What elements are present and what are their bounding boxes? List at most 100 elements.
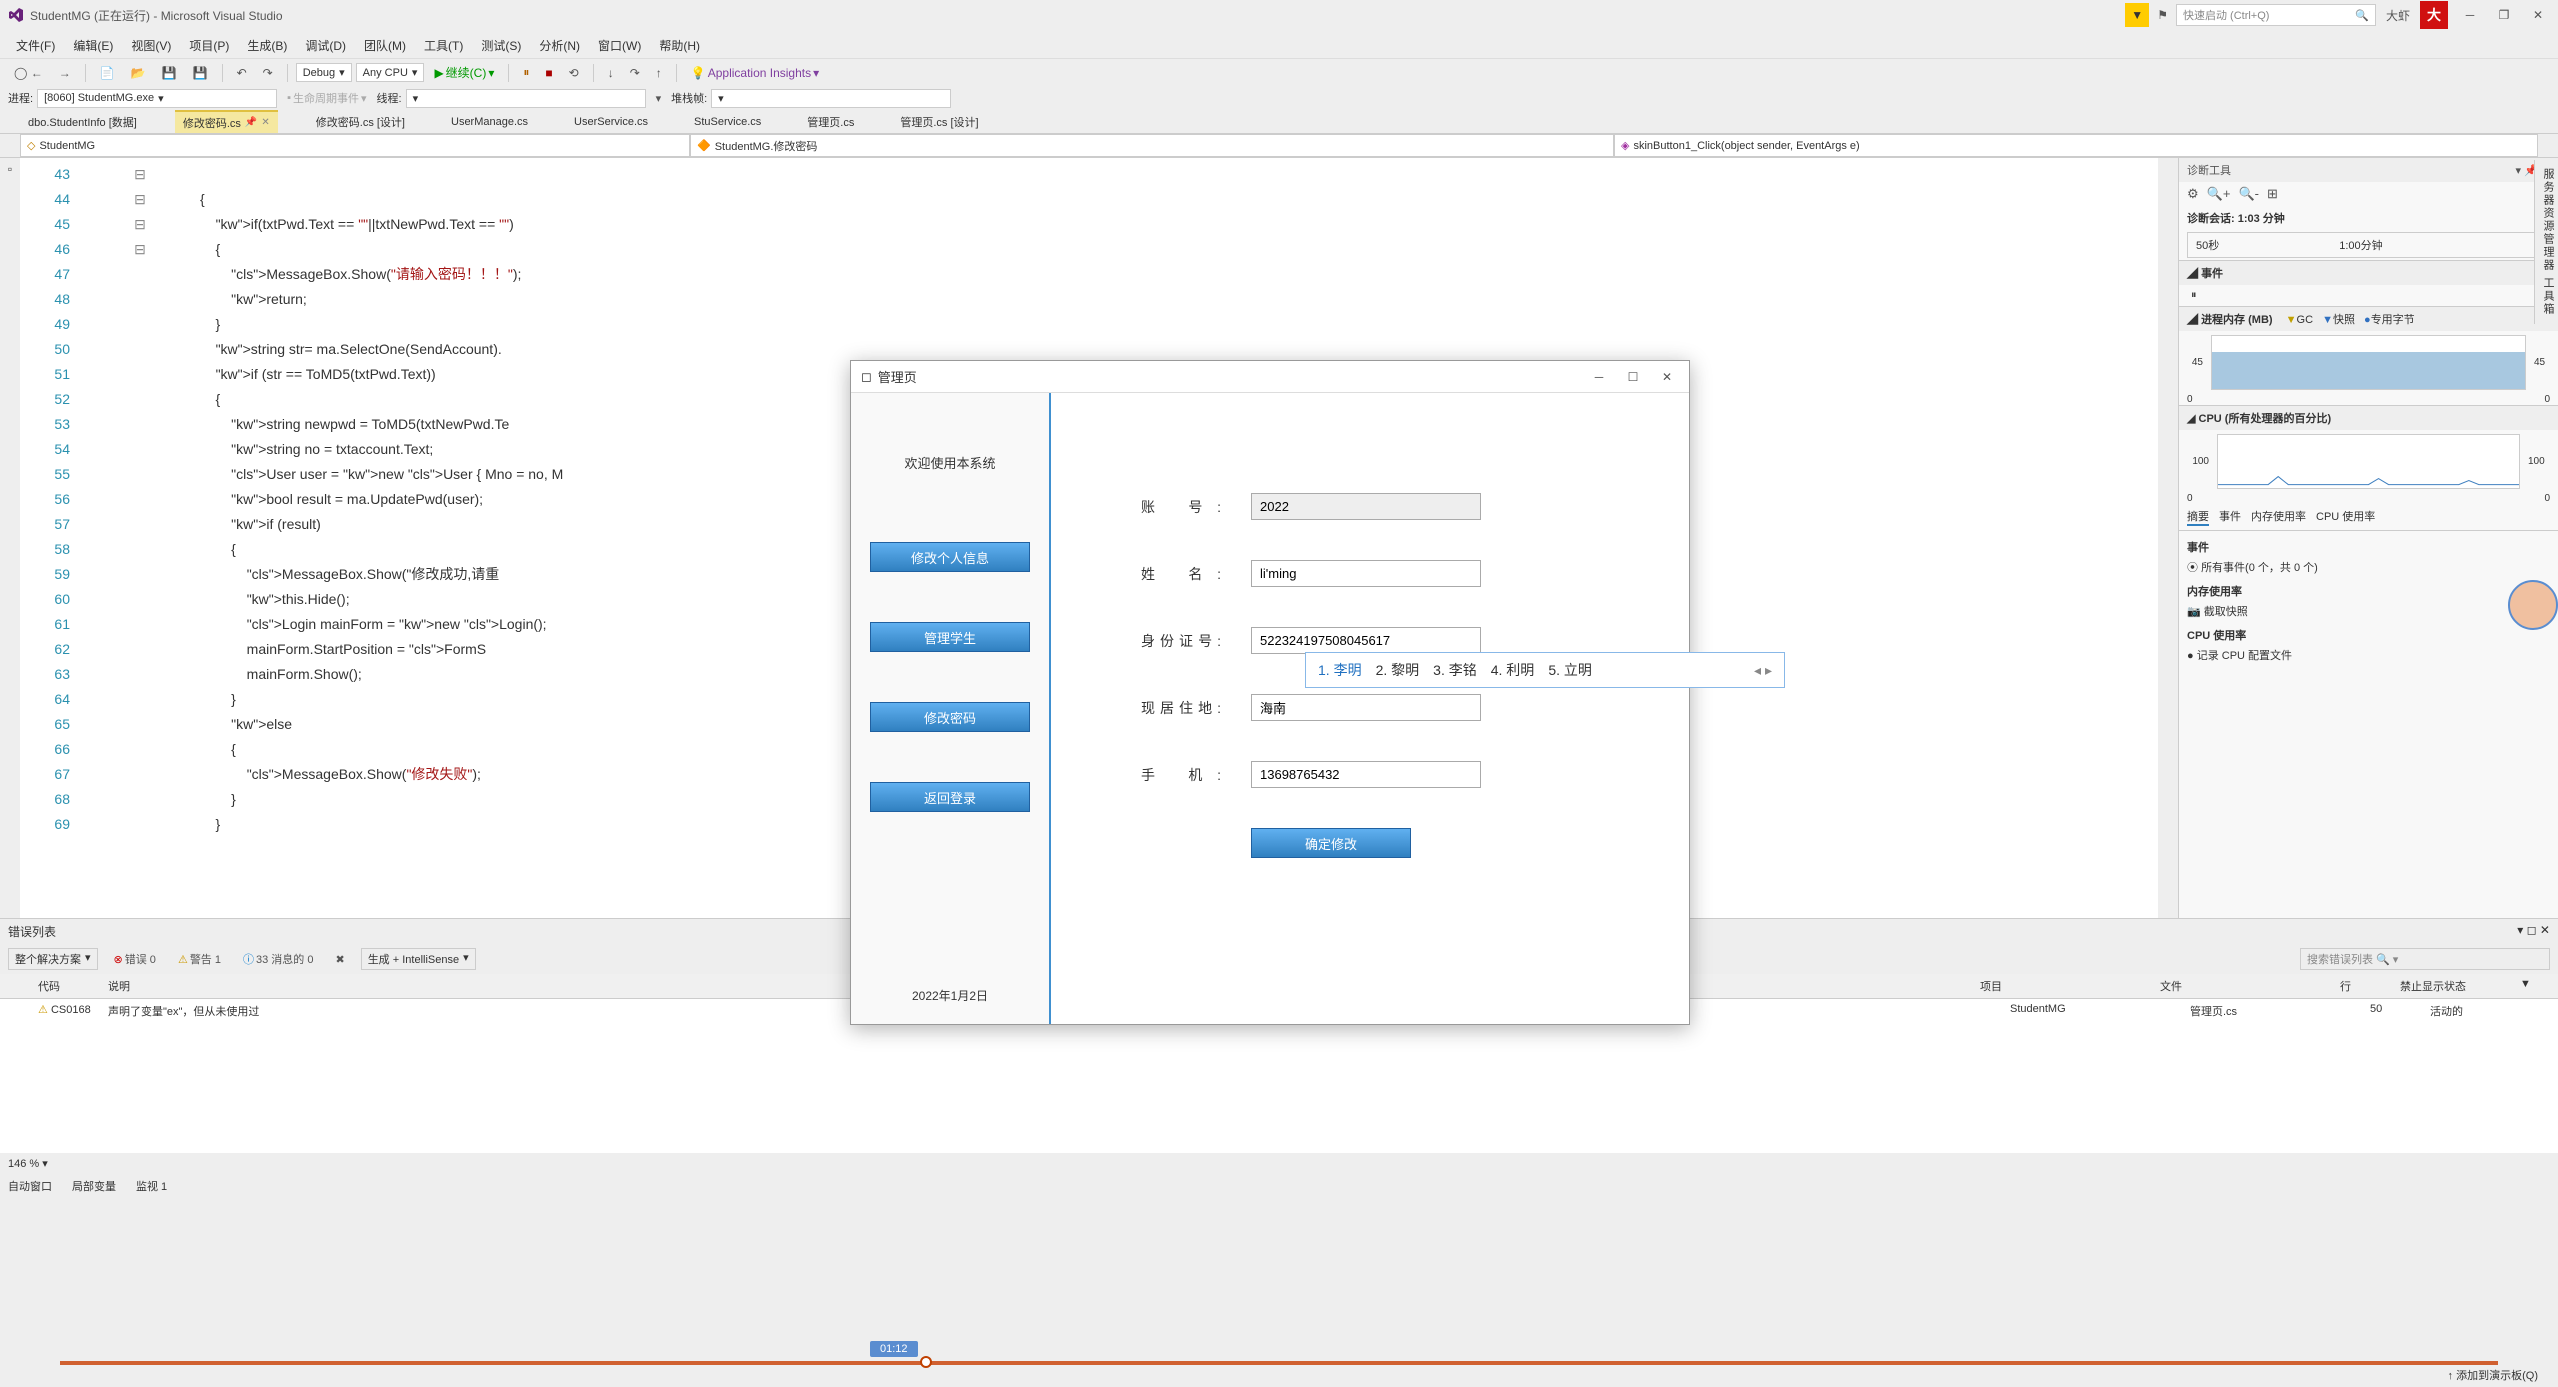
- menu-item[interactable]: 编辑(E): [65, 33, 121, 55]
- stop-button[interactable]: ■: [539, 63, 558, 83]
- account-input[interactable]: [1251, 493, 1481, 520]
- dialog-minimize-icon[interactable]: ─: [1587, 367, 1611, 387]
- save-all-button[interactable]: 💾: [187, 63, 214, 83]
- bottom-tab[interactable]: 自动窗口: [8, 1178, 52, 1194]
- open-file-button[interactable]: 📂: [125, 63, 152, 83]
- video-progress[interactable]: [60, 1361, 2498, 1365]
- col-file[interactable]: 文件: [2160, 978, 2340, 994]
- platform-combo[interactable]: Any CPU ▾: [356, 63, 425, 82]
- add-to-source-control[interactable]: ↑ 添加到演示板(Q): [2448, 1367, 2538, 1383]
- settings-icon[interactable]: ⚙: [2187, 186, 2199, 202]
- window-options-icon[interactable]: ▾ ◻ ✕: [2517, 923, 2550, 937]
- address-input[interactable]: [1251, 694, 1481, 721]
- menu-item[interactable]: 调试(D): [297, 33, 354, 55]
- warnings-filter[interactable]: ⚠ 警告 1: [172, 948, 227, 970]
- diag-tab[interactable]: 摘要: [2187, 508, 2209, 526]
- doc-tab[interactable]: 管理页.cs: [799, 110, 862, 133]
- forward-button[interactable]: →: [53, 63, 77, 83]
- break-all-button[interactable]: ⏸: [517, 62, 535, 83]
- undo-button[interactable]: ↶: [231, 63, 253, 83]
- doc-tab[interactable]: dbo.StudentInfo [数据]: [20, 110, 145, 133]
- menu-item[interactable]: 分析(N): [531, 33, 588, 55]
- method-combo[interactable]: ◈skinButton1_Click(object sender, EventA…: [1614, 134, 2538, 157]
- server-explorer-tab[interactable]: 服务器资源管理器 工具箱: [2534, 160, 2558, 324]
- zoom-combo[interactable]: 146 % ▾: [0, 1153, 2558, 1174]
- restart-button[interactable]: ⟲: [563, 63, 585, 83]
- stackframe-combo[interactable]: ▾: [711, 89, 951, 108]
- fold-gutter[interactable]: ⊟⊟⊟⊟: [80, 158, 200, 918]
- scroll-map[interactable]: [2158, 158, 2178, 918]
- menu-item[interactable]: 测试(S): [473, 33, 529, 55]
- pin-icon[interactable]: 📌: [245, 117, 257, 128]
- tool-button[interactable]: ▾: [650, 89, 668, 108]
- doc-tab[interactable]: UserService.cs: [566, 110, 656, 133]
- diag-tab[interactable]: CPU 使用率: [2316, 508, 2375, 526]
- notifications-icon[interactable]: ▼: [2125, 3, 2149, 27]
- menu-item[interactable]: 窗口(W): [590, 33, 649, 55]
- menu-item[interactable]: 文件(F): [8, 33, 63, 55]
- menu-item[interactable]: 项目(P): [181, 33, 237, 55]
- col-proj[interactable]: 项目: [1980, 978, 2160, 994]
- new-project-button[interactable]: 📄: [94, 63, 121, 83]
- zoom-reset-icon[interactable]: ⊞: [2267, 186, 2278, 202]
- avatar[interactable]: [2508, 580, 2558, 630]
- error-search-input[interactable]: 搜索错误列表 🔍 ▾: [2300, 948, 2550, 970]
- sidebar-button[interactable]: 修改个人信息: [870, 542, 1030, 572]
- camera-icon[interactable]: 📷: [2187, 606, 2201, 618]
- diag-tab[interactable]: 内存使用率: [2251, 508, 2306, 526]
- phone-input[interactable]: [1251, 761, 1481, 788]
- zoom-in-icon[interactable]: 🔍+: [2207, 186, 2231, 202]
- menu-item[interactable]: 帮助(H): [651, 33, 708, 55]
- zoom-out-icon[interactable]: 🔍-: [2238, 186, 2259, 202]
- close-tab-icon[interactable]: ✕: [261, 117, 269, 128]
- close-icon[interactable]: ✕: [2526, 5, 2550, 25]
- ime-candidate[interactable]: 5. 立明: [1548, 660, 1592, 680]
- continue-button[interactable]: ▶ 继续(C) ▾: [428, 61, 500, 84]
- step-into-button[interactable]: ↓: [602, 63, 620, 83]
- sidebar-button[interactable]: 修改密码: [870, 702, 1030, 732]
- save-button[interactable]: 💾: [156, 63, 183, 83]
- bottom-tab[interactable]: 监视 1: [136, 1178, 167, 1194]
- messages-filter[interactable]: ⓘ 33 消息的 0: [237, 948, 319, 970]
- quick-launch-input[interactable]: 快速启动 (Ctrl+Q) 🔍: [2176, 4, 2376, 26]
- doc-tab[interactable]: 修改密码.cs [设计]: [308, 110, 413, 133]
- dialog-close-icon[interactable]: ✕: [1655, 367, 1679, 387]
- dialog-maximize-icon[interactable]: ☐: [1621, 367, 1645, 387]
- flag-icon[interactable]: ⚑: [2157, 8, 2168, 22]
- doc-tab[interactable]: StuService.cs: [686, 110, 769, 133]
- minimize-icon[interactable]: ─: [2458, 5, 2482, 25]
- pause-icon[interactable]: ⏸: [2179, 285, 2558, 306]
- col-code[interactable]: 代码: [8, 978, 108, 994]
- bottom-tab[interactable]: 局部变量: [72, 1178, 116, 1194]
- ime-candidate[interactable]: 4. 利明: [1491, 660, 1535, 680]
- idcard-input[interactable]: [1251, 627, 1481, 654]
- step-over-button[interactable]: ↷: [624, 63, 646, 83]
- ime-candidate[interactable]: 2. 黎明: [1376, 660, 1420, 680]
- col-line[interactable]: 行: [2340, 978, 2400, 994]
- back-button[interactable]: ◯ ←: [8, 63, 49, 83]
- submit-button[interactable]: 确定修改: [1251, 828, 1411, 858]
- progress-thumb[interactable]: [920, 1356, 932, 1368]
- ime-nav-icon[interactable]: ◂ ▸: [1754, 662, 1772, 679]
- member-combo[interactable]: 🔶StudentMG.修改密码: [690, 134, 1614, 157]
- ime-candidate[interactable]: 3. 李铭: [1433, 660, 1477, 680]
- class-combo[interactable]: ◇StudentMG: [20, 134, 690, 157]
- build-combo[interactable]: 生成 + IntelliSense ▾: [361, 948, 476, 970]
- clear-filter-button[interactable]: ✖: [329, 950, 350, 969]
- errors-filter[interactable]: ⊗ 错误 0: [108, 948, 162, 970]
- step-out-button[interactable]: ↑: [650, 63, 668, 83]
- filter-icon[interactable]: ▼: [2520, 978, 2550, 994]
- doc-tab[interactable]: UserManage.cs: [443, 110, 536, 133]
- scope-combo[interactable]: 整个解决方案 ▾: [8, 948, 98, 970]
- col-supp[interactable]: 禁止显示状态: [2400, 978, 2520, 994]
- thread-combo[interactable]: ▾: [406, 89, 646, 108]
- menu-item[interactable]: 团队(M): [356, 33, 414, 55]
- user-badge[interactable]: 大: [2420, 1, 2448, 29]
- sidebar-button[interactable]: 管理学生: [870, 622, 1030, 652]
- user-label[interactable]: 大虾: [2386, 7, 2410, 24]
- diag-tab[interactable]: 事件: [2219, 508, 2241, 526]
- doc-tab[interactable]: 修改密码.cs 📌 ✕: [175, 110, 278, 133]
- tool-window-toggle-icon[interactable]: ▫: [8, 162, 12, 176]
- menu-item[interactable]: 工具(T): [416, 33, 471, 55]
- sidebar-button[interactable]: 返回登录: [870, 782, 1030, 812]
